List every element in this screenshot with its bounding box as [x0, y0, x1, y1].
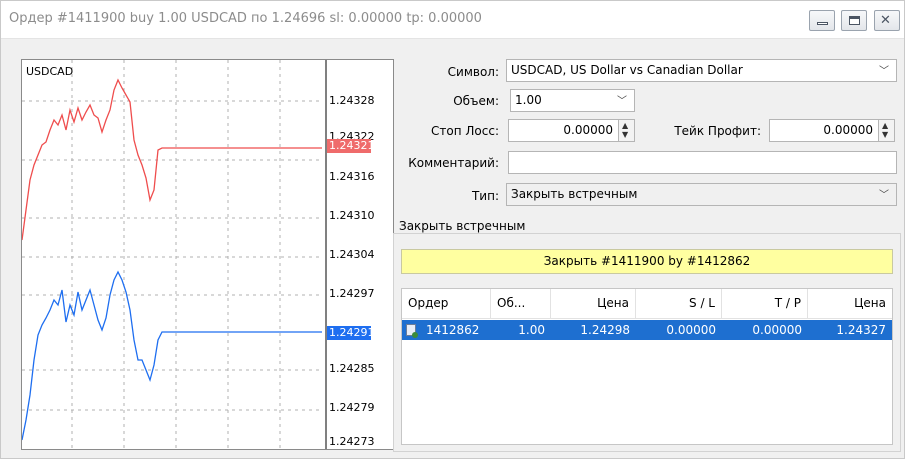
window-title: Ордер #1411900 buy 1.00 USDCAD по 1.2469…: [9, 11, 482, 26]
close-by-group-title: Закрыть встречным: [399, 219, 526, 233]
close-icon: ✕: [880, 13, 891, 28]
price-axis-label: 1.24316: [329, 170, 375, 183]
column-header-current-price[interactable]: Цена: [808, 289, 892, 318]
volume-label: Объем:: [453, 94, 499, 108]
title-bar[interactable]: Ордер #1411900 buy 1.00 USDCAD по 1.2469…: [1, 1, 904, 39]
symbol-select[interactable]: USDCAD, US Dollar vs Canadian Dollar ﹀: [506, 59, 897, 82]
order-icon: [406, 324, 418, 338]
price-axis-label: 1.24279: [329, 401, 375, 414]
chevron-down-icon: ﹀: [879, 190, 889, 201]
cell-volume: 1.00: [518, 323, 545, 337]
price-axis-label: 1.24297: [329, 287, 375, 300]
stop-loss-spinner[interactable]: ▲ ▼: [618, 120, 634, 141]
stop-loss-label: Стоп Лосс:: [431, 124, 499, 138]
price-axis-label: 1.24328: [329, 94, 375, 107]
column-header-price[interactable]: Цена: [551, 289, 636, 318]
price-axis-label: 1.24304: [329, 248, 375, 261]
cell-tp: 0.00000: [752, 323, 802, 337]
column-header-volume[interactable]: Об...: [491, 289, 551, 318]
chevron-down-icon: ﹀: [879, 66, 889, 77]
price-axis-label: 1.24285: [329, 362, 375, 375]
column-header-order[interactable]: Ордер: [402, 289, 491, 318]
type-value: Закрыть встречным: [511, 187, 638, 201]
chart-grid: [22, 60, 322, 449]
stop-loss-value: 0.00000: [563, 123, 613, 137]
comment-label: Комментарий:: [408, 156, 499, 170]
type-select[interactable]: Закрыть встречным ﹀: [506, 183, 897, 206]
volume-combobox[interactable]: 1.00 ﹀: [510, 89, 635, 112]
spin-down-icon: ▼: [882, 130, 889, 139]
volume-value: 1.00: [515, 93, 542, 107]
cell-sl: 0.00000: [666, 323, 716, 337]
cell-current-price: 1.24327: [836, 323, 886, 337]
symbol-label: Символ:: [447, 65, 499, 79]
cell-order: 1412862: [426, 323, 480, 337]
spin-up-icon: ▲: [622, 121, 629, 130]
take-profit-spinner[interactable]: ▲ ▼: [878, 120, 894, 141]
comment-input[interactable]: [508, 151, 897, 174]
symbol-value: USDCAD, US Dollar vs Canadian Dollar: [511, 63, 743, 77]
type-label: Тип:: [471, 189, 499, 203]
table-row[interactable]: 1412862 1.00 1.24298 0.00000 0.00000 1.2…: [402, 320, 892, 340]
take-profit-value: 0.00000: [823, 123, 873, 137]
take-profit-label: Тейк Профит:: [674, 124, 761, 138]
price-axis-label: 1.24310: [329, 209, 375, 222]
order-dialog: Ордер #1411900 buy 1.00 USDCAD по 1.2469…: [0, 0, 905, 459]
maximize-button[interactable]: [841, 10, 867, 31]
spin-up-icon: ▲: [882, 121, 889, 130]
bid-price-line: [22, 270, 322, 441]
take-profit-input[interactable]: 0.00000 ▲ ▼: [769, 119, 895, 142]
tick-chart: USDCAD 1.24328 1.24322 1.24321 1.24316 1…: [21, 59, 394, 450]
chart-symbol-label: USDCAD: [26, 65, 74, 78]
minimize-icon: [817, 22, 828, 25]
orders-table: Ордер Об... Цена S / L T / P Цена 141286…: [401, 288, 893, 445]
cell-price: 1.24298: [580, 323, 630, 337]
close-by-button[interactable]: Закрыть #1411900 by #1412862: [401, 249, 893, 274]
price-axis-label: 1.24273: [329, 435, 375, 448]
column-header-sl[interactable]: S / L: [636, 289, 722, 318]
bid-price-tag: 1.24291: [327, 326, 375, 340]
stop-loss-input[interactable]: 0.00000 ▲ ▼: [508, 119, 635, 142]
maximize-icon: [849, 16, 860, 25]
chevron-down-icon: ﹀: [617, 96, 627, 107]
close-button[interactable]: ✕: [874, 10, 900, 31]
minimize-button[interactable]: [809, 10, 835, 31]
column-header-tp[interactable]: T / P: [722, 289, 808, 318]
spin-down-icon: ▼: [622, 130, 629, 139]
ask-price-tag: 1.24321: [327, 139, 375, 153]
table-header: Ордер Об... Цена S / L T / P Цена: [402, 289, 892, 319]
